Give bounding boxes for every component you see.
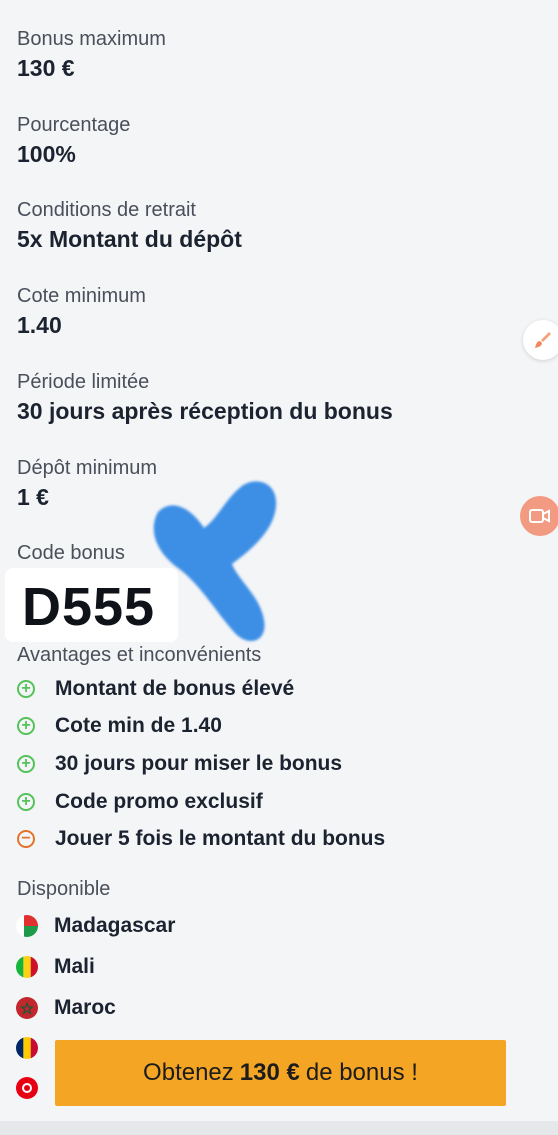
detail-limited-period: Période limitée 30 jours après réception… xyxy=(17,370,393,426)
pro-item: + Code promo exclusif xyxy=(17,788,263,816)
detail-min-odds: Cote minimum 1.40 xyxy=(17,284,146,340)
detail-label: Conditions de retrait xyxy=(17,199,196,221)
detail-value: 5x Montant du dépôt xyxy=(17,226,242,252)
detail-label: Cote minimum xyxy=(17,285,146,307)
flag-chad-icon xyxy=(16,1037,38,1059)
cta-amount: 130 € xyxy=(239,1059,300,1086)
plus-circle-icon: + xyxy=(17,755,35,773)
get-bonus-button[interactable]: Obtenez 130 € de bonus ! xyxy=(55,1040,506,1106)
detail-percentage: Pourcentage 100% xyxy=(17,113,130,169)
con-item: − Jouer 5 fois le montant du bonus xyxy=(17,825,385,853)
detail-withdrawal-conditions: Conditions de retrait 5x Montant du dépô… xyxy=(17,198,242,254)
available-label: Disponible xyxy=(17,878,111,900)
detail-value: 130 € xyxy=(17,55,75,81)
code-label: Code bonus xyxy=(17,542,125,564)
detail-value: 1 € xyxy=(17,484,49,510)
detail-value: 1.40 xyxy=(17,312,62,338)
bonus-code[interactable]: D555 xyxy=(22,578,155,636)
video-camera-icon xyxy=(529,509,550,523)
cta-prefix: Obtenez xyxy=(143,1059,234,1086)
paintbrush-icon xyxy=(535,332,551,348)
pro-item: + Cote min de 1.40 xyxy=(17,712,222,740)
detail-value: 100% xyxy=(17,141,76,167)
plus-circle-icon: + xyxy=(17,717,35,735)
country-item: Maroc xyxy=(16,995,116,1021)
brush-button[interactable] xyxy=(523,320,558,360)
detail-label: Dépôt minimum xyxy=(17,457,158,479)
cta-suffix: de bonus ! xyxy=(305,1059,418,1086)
detail-label: Pourcentage xyxy=(17,114,131,136)
flag-madagascar-icon xyxy=(16,915,38,937)
camera-button[interactable] xyxy=(520,496,558,536)
pros-cons-label: Avantages et inconvénients xyxy=(17,644,262,666)
plus-circle-icon: + xyxy=(17,793,35,811)
detail-value: 30 jours après réception du bonus xyxy=(17,398,393,424)
bonus-details-page: Bonus maximum 130 € Pourcentage 100% Con… xyxy=(0,0,558,1135)
detail-label: Période limitée xyxy=(17,371,150,393)
flag-morocco-icon xyxy=(16,997,38,1019)
overlay-sticker-icon xyxy=(153,481,277,642)
detail-min-deposit: Dépôt minimum 1 € xyxy=(17,456,157,512)
detail-label: Bonus maximum xyxy=(17,28,166,50)
flag-tunisia-icon xyxy=(16,1077,38,1099)
pro-item: + 30 jours pour miser le bonus xyxy=(17,750,342,778)
minus-circle-icon: − xyxy=(17,830,35,848)
country-item: Mali xyxy=(16,954,95,980)
flag-mali-icon xyxy=(16,956,38,978)
pro-item: + Montant de bonus élevé xyxy=(17,675,294,703)
detail-max-bonus: Bonus maximum 130 € xyxy=(17,27,166,83)
country-item: Madagascar xyxy=(16,913,175,939)
plus-circle-icon: + xyxy=(17,680,35,698)
bottom-bar xyxy=(0,1121,558,1135)
